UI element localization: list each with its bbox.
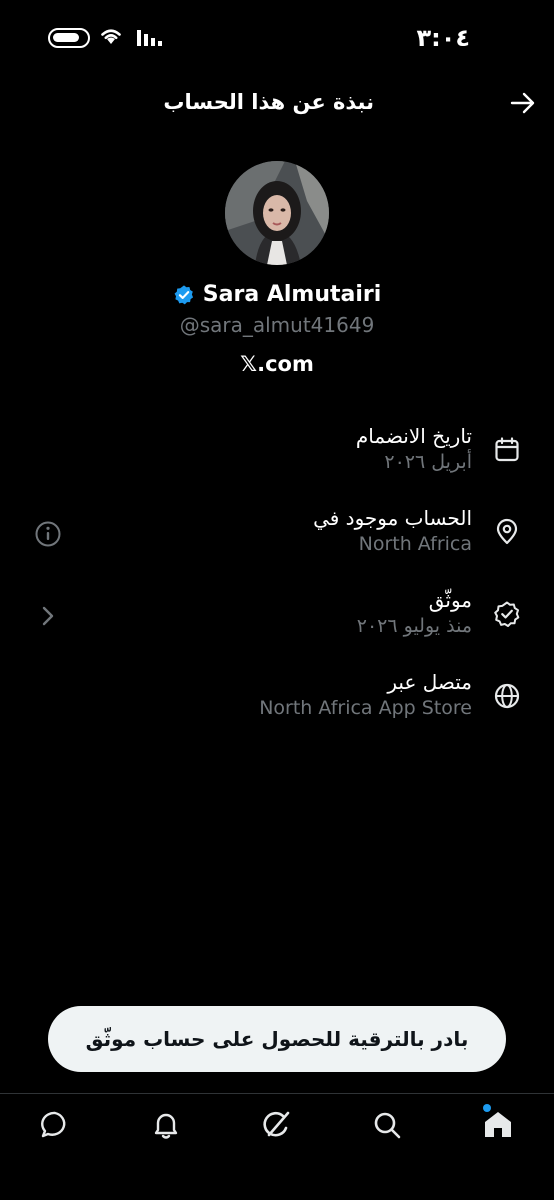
battery-icon xyxy=(48,28,90,48)
info-row-joined: تاريخ الانضمام أبريل ٢٠٢٦ xyxy=(0,424,554,488)
info-value: أبريل ٢٠٢٦ xyxy=(384,451,472,473)
page-title: نبذة عن هذا الحساب xyxy=(163,90,374,114)
info-label: متصل عبر xyxy=(387,670,472,694)
signal-icon xyxy=(137,30,162,46)
header: نبذة عن هذا الحساب xyxy=(0,84,554,124)
home-icon[interactable] xyxy=(481,1108,515,1142)
grok-icon[interactable] xyxy=(260,1108,294,1142)
info-circle-icon[interactable] xyxy=(34,520,62,548)
nav-divider xyxy=(0,1093,554,1094)
wifi-icon xyxy=(101,29,121,44)
info-value: منذ يوليو ٢٠٢٦ xyxy=(356,615,472,637)
upgrade-button-label: بادر بالترقية للحصول على حساب موثّق xyxy=(85,1027,469,1051)
calendar-icon xyxy=(495,437,519,462)
info-row-location: الحساب موجود في North Africa xyxy=(0,506,554,570)
verified-badge-icon xyxy=(494,601,520,627)
location-pin-icon xyxy=(496,518,518,545)
profile-handle: @sara_almut41649 xyxy=(179,313,375,337)
info-value: North Africa xyxy=(358,533,472,555)
verified-badge-icon xyxy=(174,284,193,304)
info-row-verified[interactable]: موثّق منذ يوليو ٢٠٢٦ xyxy=(0,588,554,652)
upgrade-button[interactable]: بادر بالترقية للحصول على حساب موثّق xyxy=(48,1006,506,1072)
chevron-right-icon[interactable] xyxy=(34,602,62,630)
status-bar: ٣:٠٤ xyxy=(0,22,554,56)
profile-name-row: Sara Almutairi xyxy=(0,282,554,307)
profile-name: Sara Almutairi xyxy=(202,282,382,307)
site-label: 𝕏.com xyxy=(240,352,314,376)
messages-icon[interactable] xyxy=(38,1108,72,1142)
avatar xyxy=(225,161,329,265)
search-icon[interactable] xyxy=(370,1108,404,1142)
back-arrow-icon[interactable] xyxy=(510,92,536,114)
globe-icon xyxy=(494,683,520,709)
info-label: تاريخ الانضمام xyxy=(355,424,472,448)
info-value: North Africa App Store xyxy=(259,697,472,719)
info-label: موثّق xyxy=(428,588,472,612)
info-label: الحساب موجود في xyxy=(313,506,472,530)
status-time: ٣:٠٤ xyxy=(416,24,470,52)
info-row-connected-via: متصل عبر North Africa App Store xyxy=(0,670,554,734)
notifications-icon[interactable] xyxy=(149,1108,183,1142)
